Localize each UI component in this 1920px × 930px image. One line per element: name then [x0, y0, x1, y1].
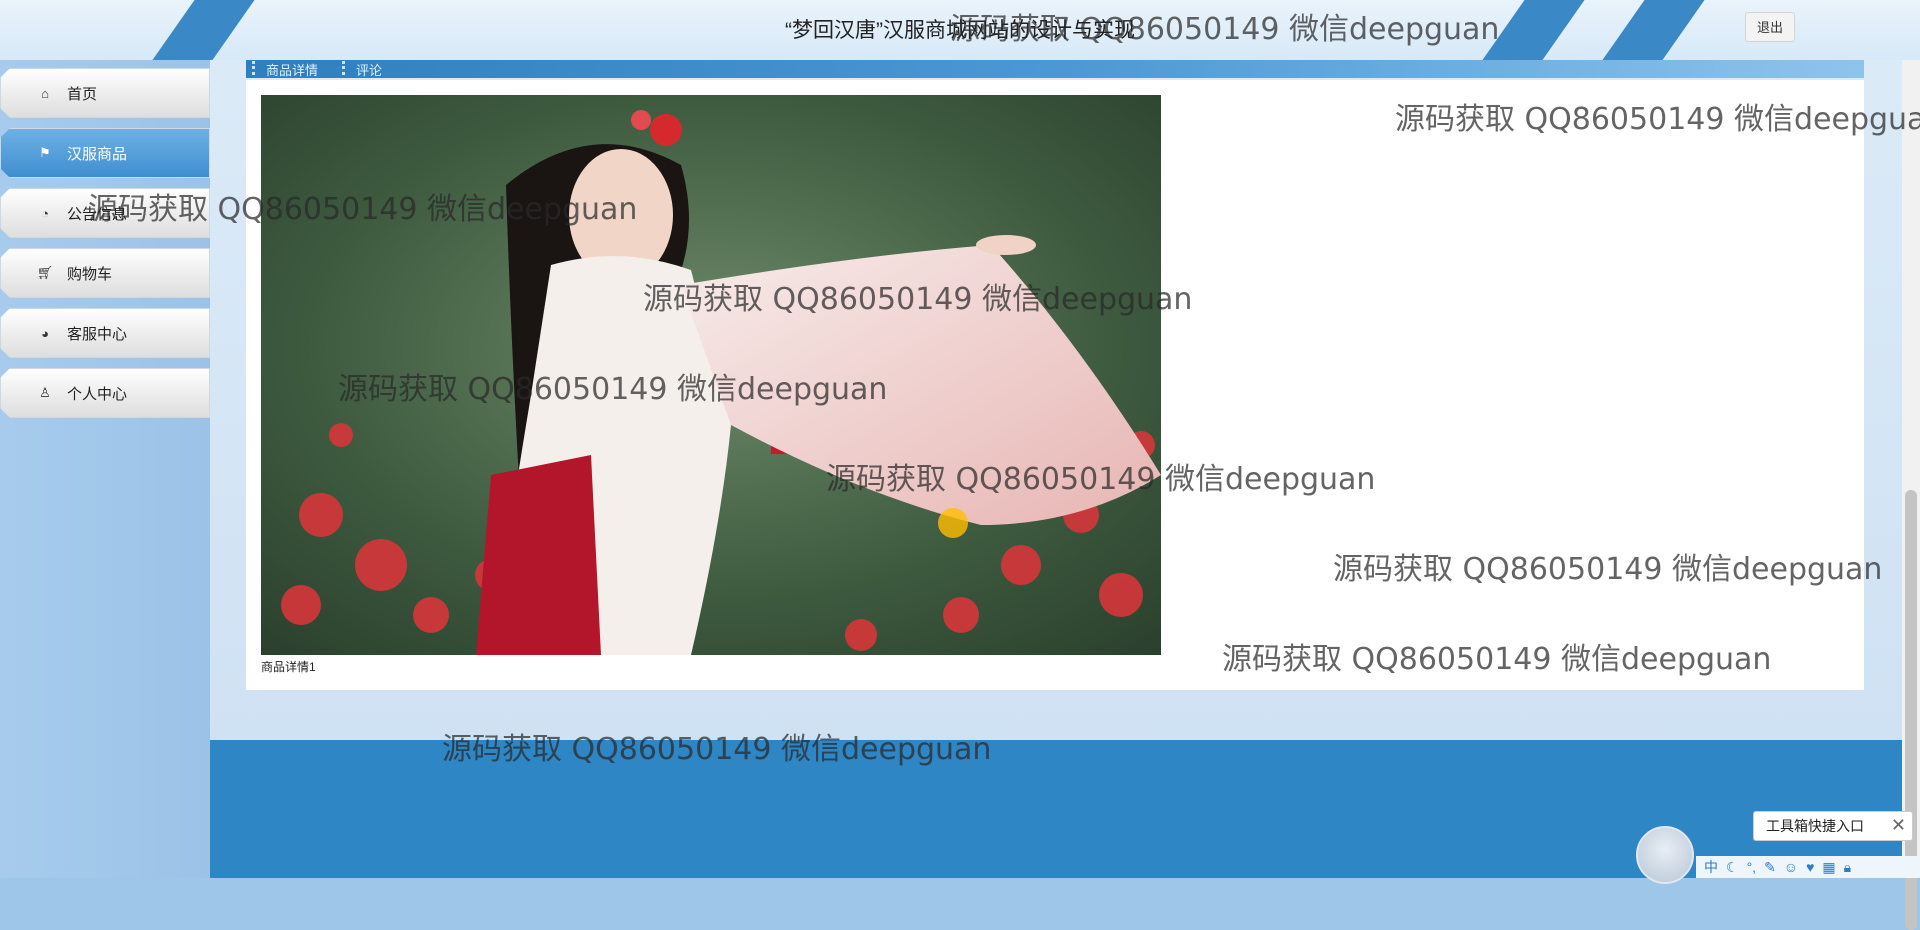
image-caption: 商品详情1	[261, 660, 316, 674]
sidebar-item-label: 公告信息	[67, 205, 128, 223]
logout-button[interactable]: 退出	[1745, 12, 1795, 42]
sidebar-item-announcements[interactable]: ◔ 公告信息	[0, 188, 210, 238]
sidebar-item-home[interactable]: ⌂ 首页	[0, 68, 210, 118]
sidebar-item-service[interactable]: ◕ 客服中心	[0, 308, 210, 358]
sidebar-item-hanfu-products[interactable]: ⚑ 汉服商品	[0, 128, 210, 178]
toolbox-shortcut[interactable]: 工具箱快捷入口 ✕	[1753, 811, 1913, 841]
cursor-highlight	[938, 508, 968, 538]
ime-mode[interactable]: 中	[1704, 857, 1718, 877]
sidebar: ⌂ 首页 ⚑ 汉服商品 ◔ 公告信息 🛒︎ 购物车 ◕ 客服中心 ♙ 个人中心	[0, 60, 210, 878]
moon-icon[interactable]: ☾	[1726, 859, 1739, 876]
punctuation-icon[interactable]: °,	[1747, 859, 1757, 875]
detail-tabs: 商品详情 评论	[246, 60, 1864, 78]
service-icon: ◕	[41, 325, 49, 341]
detail-panel: 商品详情1	[246, 80, 1864, 690]
sidebar-item-label: 购物车	[67, 265, 113, 283]
assistant-avatar[interactable]	[1636, 826, 1694, 884]
skin-icon[interactable]: ♥	[1806, 859, 1814, 875]
cart-icon: 🛒︎	[36, 265, 54, 280]
user-icon: ♙	[39, 385, 51, 400]
sidebar-item-label: 汉服商品	[67, 145, 128, 163]
sidebar-item-label: 个人中心	[67, 385, 128, 403]
close-icon[interactable]: ✕	[1891, 815, 1906, 836]
top-header: “梦回汉唐”汉服商城网站的设计与实现 退出	[0, 0, 1920, 60]
page-title: “梦回汉唐”汉服商城网站的设计与实现	[785, 19, 1135, 42]
sidebar-item-profile[interactable]: ♙ 个人中心	[0, 368, 210, 418]
gauge-icon: ◔	[41, 205, 49, 221]
sidebar-item-label: 客服中心	[67, 325, 128, 343]
tab-comments[interactable]: 评论	[336, 60, 400, 79]
lock-icon[interactable]: 🔒︎	[1844, 859, 1851, 876]
emoji-icon[interactable]: ☺	[1784, 859, 1798, 875]
ime-toolbar[interactable]: 中 ☾ °, ✎ ☺ ♥ ▦ 🔒︎	[1696, 856, 1920, 878]
home-icon: ⌂	[41, 85, 49, 101]
scrollbar[interactable]	[1902, 60, 1920, 930]
sidebar-item-cart[interactable]: 🛒︎ 购物车	[0, 248, 210, 298]
product-image	[261, 95, 1161, 655]
toolbox-label: 工具箱快捷入口	[1766, 818, 1864, 834]
tab-product-detail[interactable]: 商品详情	[246, 60, 336, 79]
wrench-icon[interactable]: ✎	[1764, 859, 1776, 876]
flag-icon: ⚑	[39, 145, 51, 160]
main-content: 商品详情 评论 商品详情1	[210, 60, 1902, 740]
product-photo-illustration	[261, 95, 1161, 655]
grid-icon[interactable]: ▦	[1822, 859, 1835, 876]
sidebar-item-label: 首页	[67, 85, 98, 103]
